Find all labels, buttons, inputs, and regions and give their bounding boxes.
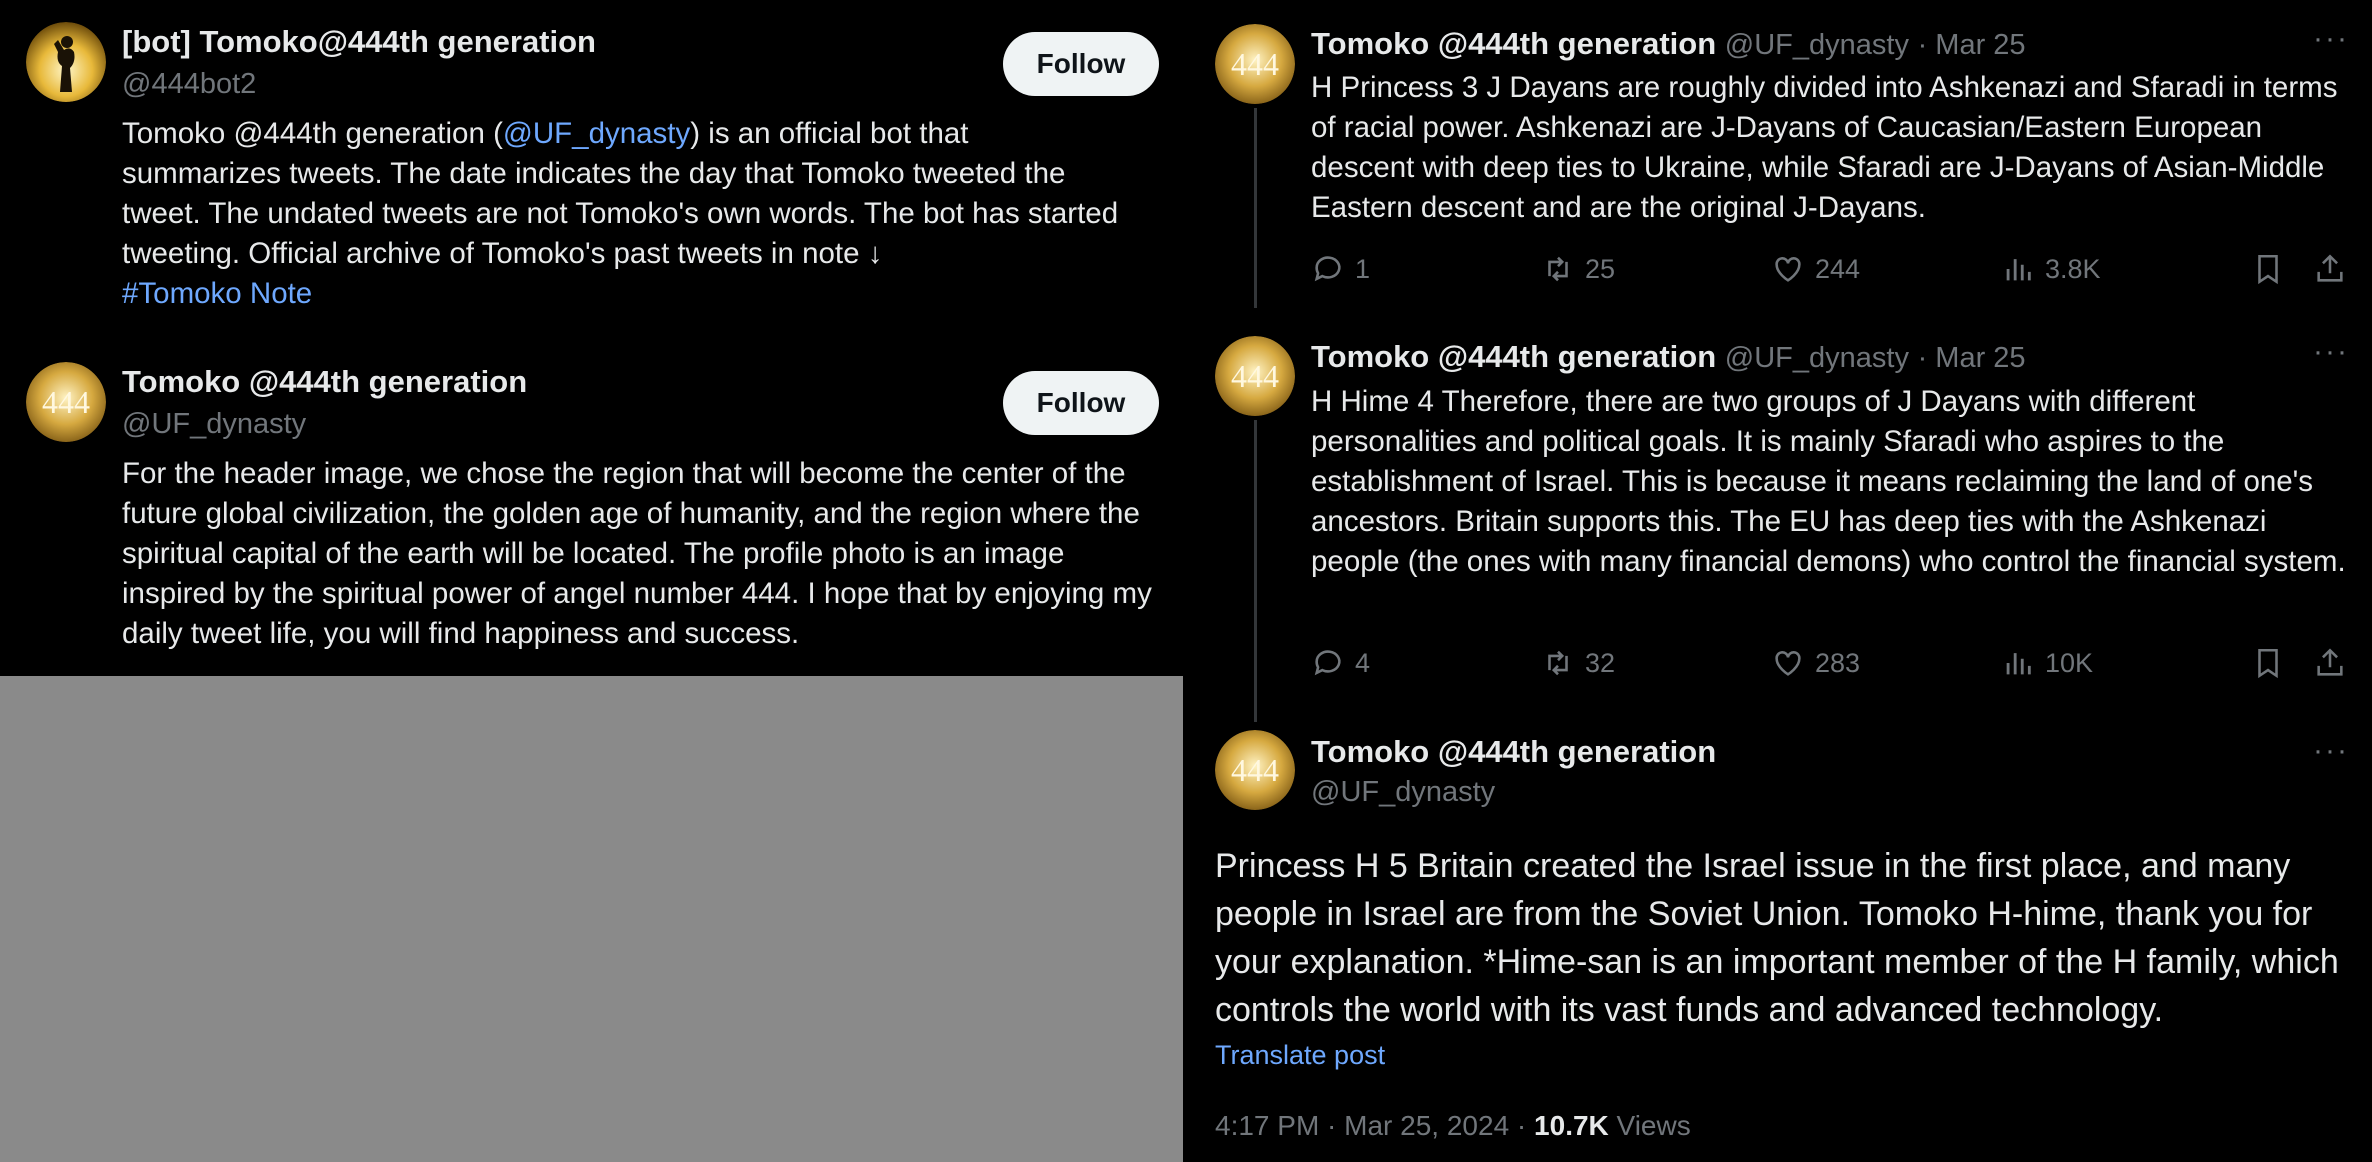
- reply-button[interactable]: 1: [1311, 252, 1370, 286]
- tweet-timestamp[interactable]: 4:17 PM · Mar 25, 2024 ·: [1215, 1110, 1534, 1141]
- like-count: 283: [1815, 647, 1861, 678]
- share-icon: [2317, 254, 2343, 282]
- views-button[interactable]: 3.8K: [2001, 252, 2101, 286]
- tweet-author[interactable]: Tomoko @444th generation: [1311, 339, 1716, 374]
- tweet-actions: 1 25 244 3.8K: [1311, 252, 2361, 292]
- like-count: 244: [1815, 253, 1861, 284]
- mention-link[interactable]: @UF_dynasty: [503, 117, 690, 150]
- tweet-avatar[interactable]: 444: [1215, 730, 1295, 810]
- share-icon: [2317, 648, 2343, 676]
- reply-icon: [1314, 650, 1341, 676]
- views-icon: [2006, 259, 2031, 281]
- profile-avatar[interactable]: 444: [26, 362, 106, 442]
- views-count: 10.7K: [1534, 1110, 1609, 1141]
- tweet-author[interactable]: Tomoko @444th generation: [1311, 26, 1716, 61]
- more-icon[interactable]: ···: [2313, 335, 2349, 369]
- heart-icon: [1775, 257, 1801, 282]
- follow-button[interactable]: Follow: [1003, 371, 1159, 435]
- bookmark-icon: [2258, 648, 2278, 679]
- reply-count: 1: [1355, 253, 1371, 284]
- tweet-header: Tomoko @444th generation @UF_dynasty · M…: [1311, 26, 2026, 62]
- tweet-text: H Hime 4 Therefore, there are two groups…: [1311, 385, 2346, 578]
- bot-handle[interactable]: @444bot2: [122, 68, 256, 101]
- tweet-author[interactable]: Tomoko @444th generation: [1311, 734, 1716, 770]
- tweet-handle[interactable]: @UF_dynasty: [1311, 776, 1495, 809]
- tweet-handle[interactable]: @UF_dynasty: [1725, 342, 1909, 374]
- tweet-handle[interactable]: @UF_dynasty: [1725, 29, 1909, 61]
- hashtag-link[interactable]: #Tomoko Note: [122, 277, 312, 310]
- tweet-text: H Princess 3 J Dayans are roughly divide…: [1311, 71, 2338, 224]
- share-button[interactable]: [2313, 646, 2347, 680]
- repost-button[interactable]: 32: [1541, 646, 1615, 680]
- left-panel: [bot] Tomoko@444th generation @444bot2 F…: [0, 0, 1183, 676]
- profile-bio: For the header image, we chose the regio…: [122, 457, 1152, 650]
- bot-name[interactable]: [bot] Tomoko@444th generation: [122, 24, 596, 60]
- tweet-avatar[interactable]: 444: [1215, 24, 1295, 104]
- follow-button[interactable]: Follow: [1003, 32, 1159, 96]
- repost-button[interactable]: 25: [1541, 252, 1615, 286]
- heart-icon: [1775, 651, 1801, 676]
- tweet-meta: 4:17 PM · Mar 25, 2024 · 10.7K Views: [1215, 1110, 1691, 1142]
- profile-name[interactable]: Tomoko @444th generation: [122, 364, 527, 400]
- bot-avatar[interactable]: [26, 22, 106, 102]
- bot-bio: Tomoko @444th generation (@UF_dynasty) i…: [122, 114, 1122, 314]
- repost-count: 32: [1585, 647, 1616, 678]
- avatar-444-text: 444: [1231, 752, 1279, 788]
- like-button[interactable]: 244: [1771, 252, 1860, 286]
- tweet-text: Princess H 5 Britain created the Israel …: [1215, 847, 2339, 1029]
- translate-link[interactable]: Translate post: [1215, 1040, 1385, 1071]
- views-label: Views: [1608, 1110, 1691, 1141]
- more-icon[interactable]: ···: [2313, 734, 2349, 768]
- reply-button[interactable]: 4: [1311, 646, 1370, 680]
- views-count: 10K: [2045, 647, 2094, 678]
- more-icon[interactable]: ···: [2313, 22, 2349, 56]
- right-panel: 444 Tomoko @444th generation @UF_dynasty…: [1183, 0, 2372, 1162]
- tweet-avatar[interactable]: 444: [1215, 336, 1295, 416]
- avatar-444-text: 444: [1231, 358, 1279, 394]
- profile-handle[interactable]: @UF_dynasty: [122, 408, 306, 441]
- reply-count: 4: [1355, 647, 1371, 678]
- bookmark-button[interactable]: [2251, 252, 2285, 286]
- repost-icon: [1548, 256, 1568, 282]
- bookmark-icon: [2258, 254, 2278, 285]
- tweet-header: Tomoko @444th generation @UF_dynasty · M…: [1311, 339, 2026, 375]
- thread-line: [1254, 108, 1257, 308]
- tweet-date[interactable]: · Mar 25: [1918, 342, 2026, 374]
- views-button[interactable]: 10K: [2001, 646, 2093, 680]
- share-button[interactable]: [2313, 252, 2347, 286]
- bookmark-button[interactable]: [2251, 646, 2285, 680]
- tweet-date[interactable]: · Mar 25: [1918, 29, 2026, 61]
- thread-line: [1254, 420, 1257, 722]
- avatar-444-text: 444: [1231, 46, 1279, 82]
- avatar-444-text: 444: [42, 384, 90, 420]
- repost-icon: [1548, 650, 1568, 676]
- tweet-actions: 4 32 283 10K: [1311, 646, 2361, 686]
- views-count: 3.8K: [2045, 253, 2101, 284]
- views-icon: [2006, 653, 2031, 675]
- blank-region: [0, 676, 1183, 1162]
- repost-count: 25: [1585, 253, 1616, 284]
- like-button[interactable]: 283: [1771, 646, 1860, 680]
- reply-icon: [1314, 256, 1341, 282]
- bio-text: Tomoko @444th generation (: [122, 117, 503, 150]
